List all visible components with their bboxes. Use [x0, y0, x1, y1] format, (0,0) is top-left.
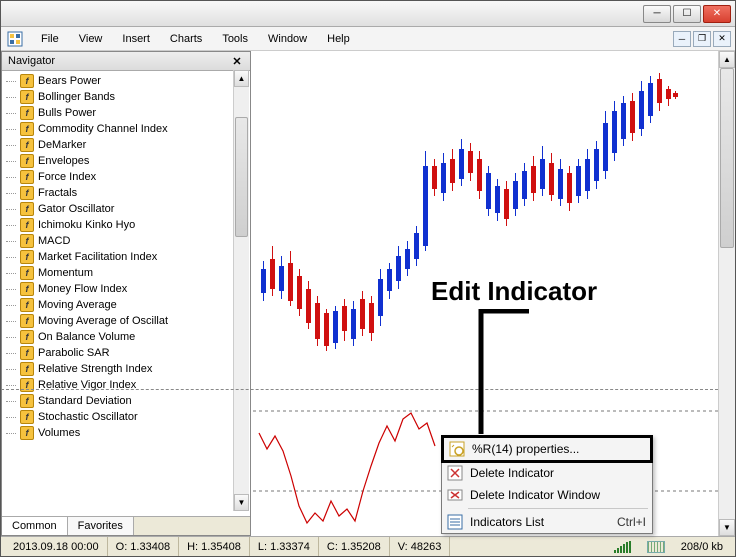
mdi-restore-button[interactable]: ❐	[693, 31, 711, 47]
status-high: H: 1.35408	[179, 537, 250, 556]
menu-tools[interactable]: Tools	[212, 30, 258, 48]
statusbar: 2013.09.18 00:00 O: 1.33408 H: 1.35408 L…	[1, 536, 735, 556]
menu-help[interactable]: Help	[317, 30, 360, 48]
connection-signal-icon	[606, 541, 639, 553]
menu-item-indicators-list[interactable]: Indicators List Ctrl+I	[442, 511, 652, 533]
indicator-context-menu: %R(14) properties... Delete Indicator De…	[441, 435, 653, 534]
menu-item-properties-label: %R(14) properties...	[472, 442, 579, 456]
properties-icon	[449, 441, 465, 457]
window-close-button[interactable]: ✕	[703, 5, 731, 23]
menu-insert[interactable]: Insert	[112, 30, 160, 48]
annotation-callout-line	[441, 309, 531, 439]
menu-item-indicators-list-label: Indicators List	[470, 515, 544, 529]
menu-item-properties[interactable]: %R(14) properties...	[444, 438, 650, 460]
menu-item-shortcut: Ctrl+I	[617, 515, 646, 529]
status-open: O: 1.33408	[108, 537, 179, 556]
status-close: C: 1.35208	[319, 537, 390, 556]
mdi-controls: ─ ❐ ✕	[673, 31, 735, 47]
status-network: 208/0 kb	[673, 537, 731, 556]
chart-scroll-down-button[interactable]: ▼	[719, 519, 735, 536]
chart-scrollbar[interactable]: ▲ ▼	[718, 51, 735, 536]
window-minimize-button[interactable]: ─	[643, 5, 671, 23]
mdi-minimize-button[interactable]: ─	[673, 31, 691, 47]
menu-view[interactable]: View	[69, 30, 113, 48]
menu-item-delete-window[interactable]: Delete Indicator Window	[442, 484, 652, 506]
mdi-close-button[interactable]: ✕	[713, 31, 731, 47]
menubar: FileViewInsertChartsToolsWindowHelp ─ ❐ …	[1, 27, 735, 51]
chart-scroll-thumb[interactable]	[720, 68, 734, 248]
chart-scroll-up-button[interactable]: ▲	[719, 51, 735, 68]
delete-indicator-icon	[447, 465, 463, 481]
menu-separator	[468, 508, 648, 509]
delete-window-icon	[447, 487, 463, 503]
menu-item-delete-indicator-label: Delete Indicator	[470, 466, 554, 480]
connection-activity-icon	[647, 541, 665, 553]
status-volume: V: 48263	[390, 537, 451, 556]
status-datetime: 2013.09.18 00:00	[5, 537, 108, 556]
status-low: L: 1.33374	[250, 537, 319, 556]
chart-panel-separator[interactable]	[1, 389, 718, 390]
menu-file[interactable]: File	[31, 30, 69, 48]
indicators-list-icon	[447, 514, 463, 530]
window-titlebar: ─ ☐ ✕	[1, 1, 735, 27]
menu-charts[interactable]: Charts	[160, 30, 212, 48]
annotation-label: Edit Indicator	[431, 276, 597, 307]
menu-item-delete-window-label: Delete Indicator Window	[470, 488, 600, 502]
menu-window[interactable]: Window	[258, 30, 317, 48]
window-maximize-button[interactable]: ☐	[673, 5, 701, 23]
app-icon	[7, 31, 23, 47]
menu-item-delete-indicator[interactable]: Delete Indicator	[442, 462, 652, 484]
